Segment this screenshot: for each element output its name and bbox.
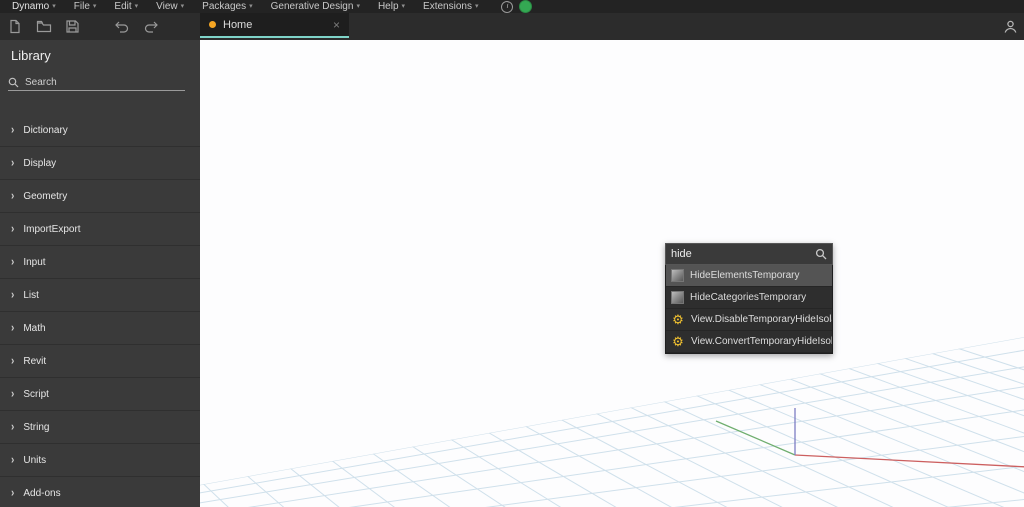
library-item-input[interactable]: › Input <box>0 246 200 279</box>
library-title: Library <box>11 48 51 63</box>
chevron-right-icon: › <box>11 420 15 434</box>
info-icon[interactable]: i <box>501 0 514 13</box>
node-preview-icon <box>671 291 684 304</box>
chevron-down-icon: ▾ <box>180 3 185 10</box>
chevron-right-icon: › <box>11 222 15 236</box>
menu-extensions[interactable]: Extensions ▾ <box>414 0 487 13</box>
chevron-right-icon: › <box>11 255 15 269</box>
library-item-revit[interactable]: › Revit <box>0 345 200 378</box>
node-search-box <box>665 243 833 265</box>
unsaved-dot-icon <box>209 21 216 28</box>
menu-label: Edit <box>114 1 132 12</box>
search-result-hidecategoriestemporary[interactable]: HideCategoriesTemporary <box>666 287 832 309</box>
menu-view[interactable]: View ▾ <box>147 0 193 13</box>
node-preview-icon <box>671 269 684 282</box>
node-search-popup: HideElementsTemporary HideCategoriesTemp… <box>665 243 833 354</box>
tab-home-label: Home <box>223 18 253 31</box>
search-result-disabletemporaryhideisolate[interactable]: ⚙ View.DisableTemporaryHideIsolate <box>666 309 832 331</box>
menu-label: File <box>73 1 90 12</box>
library-item-geometry[interactable]: › Geometry <box>0 180 200 213</box>
menu-label: Help <box>377 1 399 12</box>
gear-icon: ⚙ <box>672 311 684 327</box>
open-folder-icon[interactable] <box>35 18 52 35</box>
library-item-script[interactable]: › Script <box>0 378 200 411</box>
chevron-right-icon: › <box>11 156 15 170</box>
library-item-addons[interactable]: › Add-ons <box>0 477 200 507</box>
library-item-list[interactable]: › List <box>0 279 200 312</box>
chevron-right-icon: › <box>11 321 15 335</box>
menu-edit[interactable]: Edit ▾ <box>105 0 147 13</box>
menu-label: Generative Design <box>270 1 354 12</box>
chevron-right-icon: › <box>11 453 15 467</box>
search-icon <box>815 248 827 260</box>
library-item-string[interactable]: › String <box>0 411 200 444</box>
x-axis <box>794 454 1024 468</box>
chevron-down-icon: ▾ <box>134 3 139 10</box>
library-item-math[interactable]: › Math <box>0 312 200 345</box>
library-item-importexport[interactable]: › ImportExport <box>0 213 200 246</box>
tab-home[interactable]: Home × <box>200 13 349 38</box>
library-item-display[interactable]: › Display <box>0 147 200 180</box>
library-item-dictionary[interactable]: › Dictionary <box>0 114 200 147</box>
menu-file[interactable]: File ▾ <box>65 0 106 13</box>
notifications-icon[interactable] <box>519 0 533 13</box>
undo-icon[interactable] <box>113 18 130 35</box>
perspective-grid <box>200 336 1024 507</box>
workspace-canvas[interactable]: HideElementsTemporary HideCategoriesTemp… <box>200 40 1024 507</box>
chevron-down-icon: ▾ <box>249 3 253 10</box>
new-file-icon[interactable] <box>6 18 23 35</box>
library-panel: Library Search › Dictionary › Display › … <box>0 40 200 507</box>
chevron-right-icon: › <box>11 354 15 368</box>
tab-strip: Home × <box>0 13 1024 40</box>
chevron-down-icon: ▾ <box>474 3 479 10</box>
dynamo-window: Dynamo ▾ File ▾ Edit ▾ View ▾ Packages ▾… <box>0 0 1024 507</box>
chevron-right-icon: › <box>11 189 15 203</box>
node-search-input[interactable] <box>671 248 811 260</box>
search-result-converttemporaryhideisolate[interactable]: ⚙ View.ConvertTemporaryHideIsolate <box>666 331 832 353</box>
node-search-results: HideElementsTemporary HideCategoriesTemp… <box>665 265 833 354</box>
chevron-down-icon: ▾ <box>52 3 56 10</box>
menu-packages[interactable]: Packages ▾ <box>193 0 261 13</box>
redo-icon[interactable] <box>142 18 159 35</box>
library-category-list: › Dictionary › Display › Geometry › Impo… <box>0 114 200 507</box>
library-item-units[interactable]: › Units <box>0 444 200 477</box>
search-icon <box>8 77 19 87</box>
close-icon[interactable]: × <box>333 19 340 31</box>
menu-label: Packages <box>202 1 247 12</box>
library-search[interactable]: Search <box>8 74 185 91</box>
save-icon[interactable] <box>64 18 81 35</box>
menu-help[interactable]: Help ▾ <box>369 0 414 13</box>
chevron-right-icon: › <box>11 486 15 500</box>
chevron-right-icon: › <box>11 123 15 137</box>
search-result-hideelementstemporary[interactable]: HideElementsTemporary <box>666 265 832 287</box>
account-icon[interactable] <box>1001 17 1019 35</box>
chevron-down-icon: ▾ <box>401 3 406 10</box>
y-axis <box>715 420 796 456</box>
menu-label: Extensions <box>423 1 472 12</box>
chevron-right-icon: › <box>11 387 15 401</box>
menu-label: Dynamo <box>12 1 50 12</box>
chevron-down-icon: ▾ <box>92 3 97 10</box>
menu-bar: Dynamo ▾ File ▾ Edit ▾ View ▾ Packages ▾… <box>0 0 1024 13</box>
chevron-right-icon: › <box>11 288 15 302</box>
menu-generative-design[interactable]: Generative Design ▾ <box>262 0 369 13</box>
gear-icon: ⚙ <box>672 333 684 349</box>
menu-dynamo[interactable]: Dynamo ▾ <box>0 0 65 13</box>
menu-label: View <box>156 1 178 12</box>
chevron-down-icon: ▾ <box>356 3 360 10</box>
library-search-placeholder: Search <box>25 76 57 88</box>
